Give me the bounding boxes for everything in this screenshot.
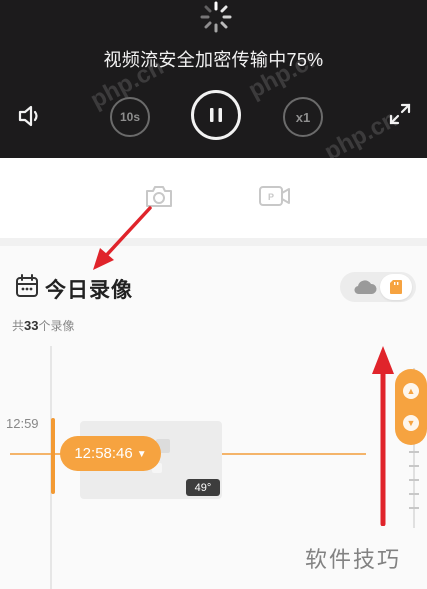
rewind-10s-button[interactable]: 10s [110,97,150,137]
count-suffix: 个录像 [38,319,75,333]
speed-label: x1 [295,109,311,125]
sd-card-option[interactable] [380,274,412,300]
clip-badge: 49° [186,479,220,496]
current-time-label: 12:58:46 [74,445,133,462]
volume-icon [18,105,38,127]
chevron-down-icon: ▼ [136,448,147,460]
current-time-pill[interactable]: 12:58:46 ▼ [60,436,161,471]
action-bar: P [0,158,427,238]
calendar-button[interactable] [14,273,40,299]
video-player[interactable]: php.cn php.cn php.cn 视频流安全加密传输中75% 10s x… [0,0,427,158]
timeline-tick-label: 12:59 [6,416,39,431]
zoom-in-icon[interactable]: ▲ [403,383,419,399]
pause-icon [210,108,222,122]
loading-spinner-icon [200,1,232,33]
snapshot-button[interactable] [143,180,175,212]
playback-speed-button[interactable]: x1 [283,97,323,137]
timeline-cursor-marker [51,418,55,494]
pause-button[interactable] [191,90,241,140]
stream-status-text: 视频流安全加密传输中75% [103,50,324,70]
record-video-button[interactable]: P [258,182,292,210]
rewind-label: 10s [119,110,141,124]
calendar-icon [16,274,38,297]
sd-card-icon [390,280,402,294]
fullscreen-icon [389,103,411,125]
site-watermark: 软件技巧 [305,547,402,572]
camera-icon [146,186,172,207]
count-prefix: 共 [12,319,25,333]
svg-text:P: P [268,192,274,202]
storage-source-toggle[interactable] [340,272,416,302]
cloud-icon[interactable] [352,278,378,296]
volume-button[interactable] [14,100,46,132]
count-value: 33 [24,318,39,333]
section-divider [0,238,427,246]
recordings-title: 今日录像 [45,279,133,302]
record-icon: P [259,186,290,206]
recordings-panel: 今日录像 共33个录像 12:59 49° 12:58:46 ▼ ▲ ▼ 软件技… [0,238,427,589]
recording-count: 共33个录像 [12,317,75,334]
zoom-slider-handle[interactable]: ▲ ▼ [395,369,427,445]
zoom-out-icon[interactable]: ▼ [403,415,419,431]
fullscreen-button[interactable] [386,100,414,128]
